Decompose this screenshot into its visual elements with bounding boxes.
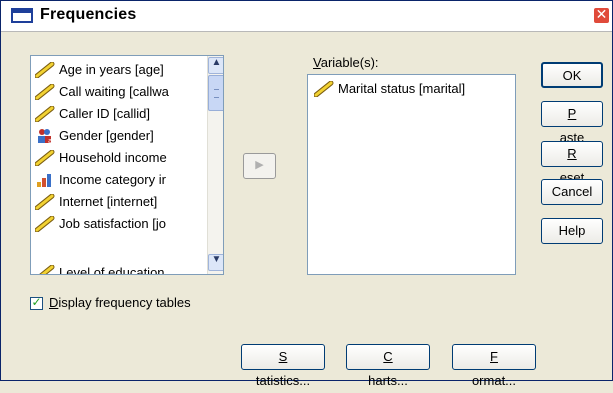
svg-text:a: a xyxy=(48,137,52,144)
list-scrollbar[interactable]: ▲ ▼ xyxy=(207,56,223,274)
selected-variable-list[interactable]: Marital status [marital] xyxy=(307,74,516,275)
close-button[interactable]: ✕ xyxy=(593,7,610,24)
display-frequency-tables-checkbox[interactable]: ✓ xyxy=(30,295,43,310)
window-title: Frequencies xyxy=(40,6,137,23)
help-button[interactable]: Help xyxy=(541,218,603,244)
list-item-label: Income category ir xyxy=(59,172,166,187)
window-icon xyxy=(11,8,33,23)
list-item-label: Level of education xyxy=(59,265,165,275)
format-button[interactable]: Format... xyxy=(452,344,536,388)
scroll-up-button[interactable]: ▲ xyxy=(208,57,223,74)
ok-button[interactable]: OK xyxy=(541,62,603,88)
charts-button[interactable]: Charts... xyxy=(346,344,430,388)
frequencies-dialog: Frequencies ✕ Age in years [age] Call wa… xyxy=(0,0,613,388)
ruler-icon xyxy=(35,216,55,232)
list-item-label: Internet [internet] xyxy=(59,194,158,209)
source-variable-list[interactable]: Age in years [age] Call waiting [callwa … xyxy=(30,55,224,275)
ruler-icon xyxy=(35,62,55,78)
list-item-label: Age in years [age] xyxy=(59,62,164,77)
cancel-button[interactable]: Cancel xyxy=(541,179,603,205)
checkmark-icon: ✓ xyxy=(31,295,42,309)
ruler-icon xyxy=(39,265,55,274)
ruler-icon xyxy=(35,150,55,166)
nominal-icon: a xyxy=(38,129,52,144)
variables-label: Variable(s): xyxy=(313,55,379,70)
close-icon: ✕ xyxy=(595,7,608,23)
list-item-label: Gender [gender] xyxy=(59,128,154,143)
scroll-down-button[interactable]: ▼ xyxy=(208,254,223,271)
ruler-icon xyxy=(35,194,55,210)
list-item-label: Caller ID [callid] xyxy=(59,106,151,121)
list-item-label: Call waiting [callwa xyxy=(59,84,169,99)
list-item-label: Household income xyxy=(59,150,167,165)
ruler-icon xyxy=(35,84,55,100)
arrow-right-icon: ▶ xyxy=(255,159,264,171)
reset-button[interactable]: Reset xyxy=(541,141,603,185)
ordinal-icon xyxy=(37,174,51,187)
chevron-up-icon: ▲ xyxy=(211,57,222,68)
move-variable-button[interactable]: ▶ xyxy=(243,153,276,179)
display-frequency-tables-label[interactable]: Display frequency tables xyxy=(49,295,191,310)
ruler-icon xyxy=(35,106,55,122)
title-bar[interactable]: Frequencies ✕ xyxy=(1,1,612,32)
scroll-thumb[interactable] xyxy=(208,75,223,111)
list-item-label: Marital status [marital] xyxy=(338,81,466,96)
paste-button[interactable]: Paste xyxy=(541,101,603,145)
chevron-down-icon: ▼ xyxy=(211,254,222,265)
ruler-icon xyxy=(314,81,334,97)
statistics-button[interactable]: Statistics... xyxy=(241,344,325,388)
list-item-label: Job satisfaction [jo xyxy=(59,216,166,231)
